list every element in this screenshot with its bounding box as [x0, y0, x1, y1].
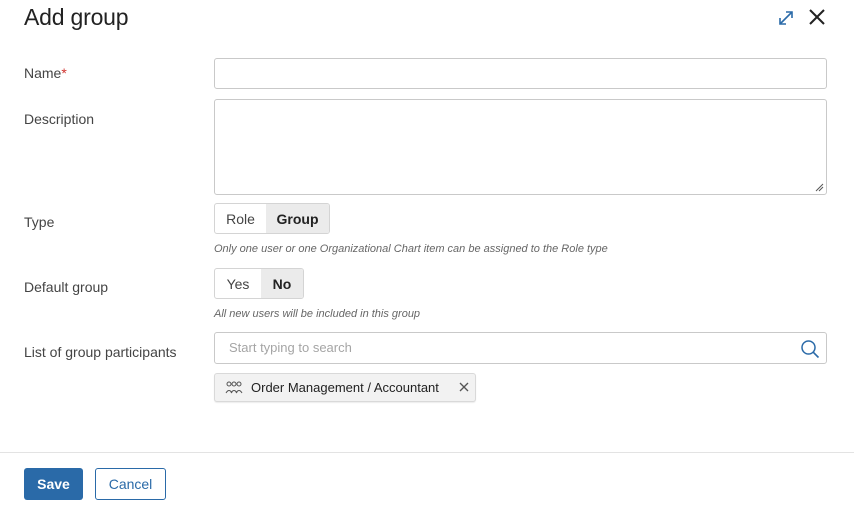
description-label: Description — [24, 111, 95, 127]
search-icon[interactable] — [800, 339, 820, 359]
type-option-group[interactable]: Group — [266, 204, 329, 233]
participants-search — [214, 332, 827, 364]
save-button[interactable]: Save — [24, 468, 83, 500]
default-group-label: Default group — [24, 279, 109, 295]
remove-chip-icon[interactable] — [457, 380, 471, 394]
default-group-toggle: Yes No — [214, 268, 304, 299]
required-mark: * — [61, 65, 67, 81]
dialog-title: Add group — [24, 4, 129, 30]
name-input[interactable] — [214, 58, 827, 89]
default-group-hint: All new users will be included in this g… — [214, 308, 421, 320]
people-group-icon — [225, 381, 243, 393]
participants-search-input[interactable] — [229, 340, 789, 355]
footer-divider — [0, 452, 854, 453]
resize-grip-icon[interactable] — [814, 182, 824, 192]
participant-chip-label: Order Management / Accountant — [251, 380, 439, 395]
close-icon[interactable] — [806, 6, 828, 28]
participant-chip: Order Management / Accountant — [214, 373, 476, 402]
type-toggle: Role Group — [214, 203, 330, 234]
type-hint: Only one user or one Organizational Char… — [214, 243, 608, 255]
description-textarea[interactable] — [214, 99, 827, 195]
default-group-option-no[interactable]: No — [261, 269, 303, 298]
type-option-role[interactable]: Role — [215, 204, 266, 233]
type-label: Type — [24, 214, 55, 230]
default-group-option-yes[interactable]: Yes — [215, 269, 261, 298]
participants-label: List of group participants — [24, 344, 177, 360]
cancel-button[interactable]: Cancel — [95, 468, 166, 500]
expand-icon[interactable] — [776, 8, 796, 28]
name-label: Name* — [24, 65, 67, 81]
